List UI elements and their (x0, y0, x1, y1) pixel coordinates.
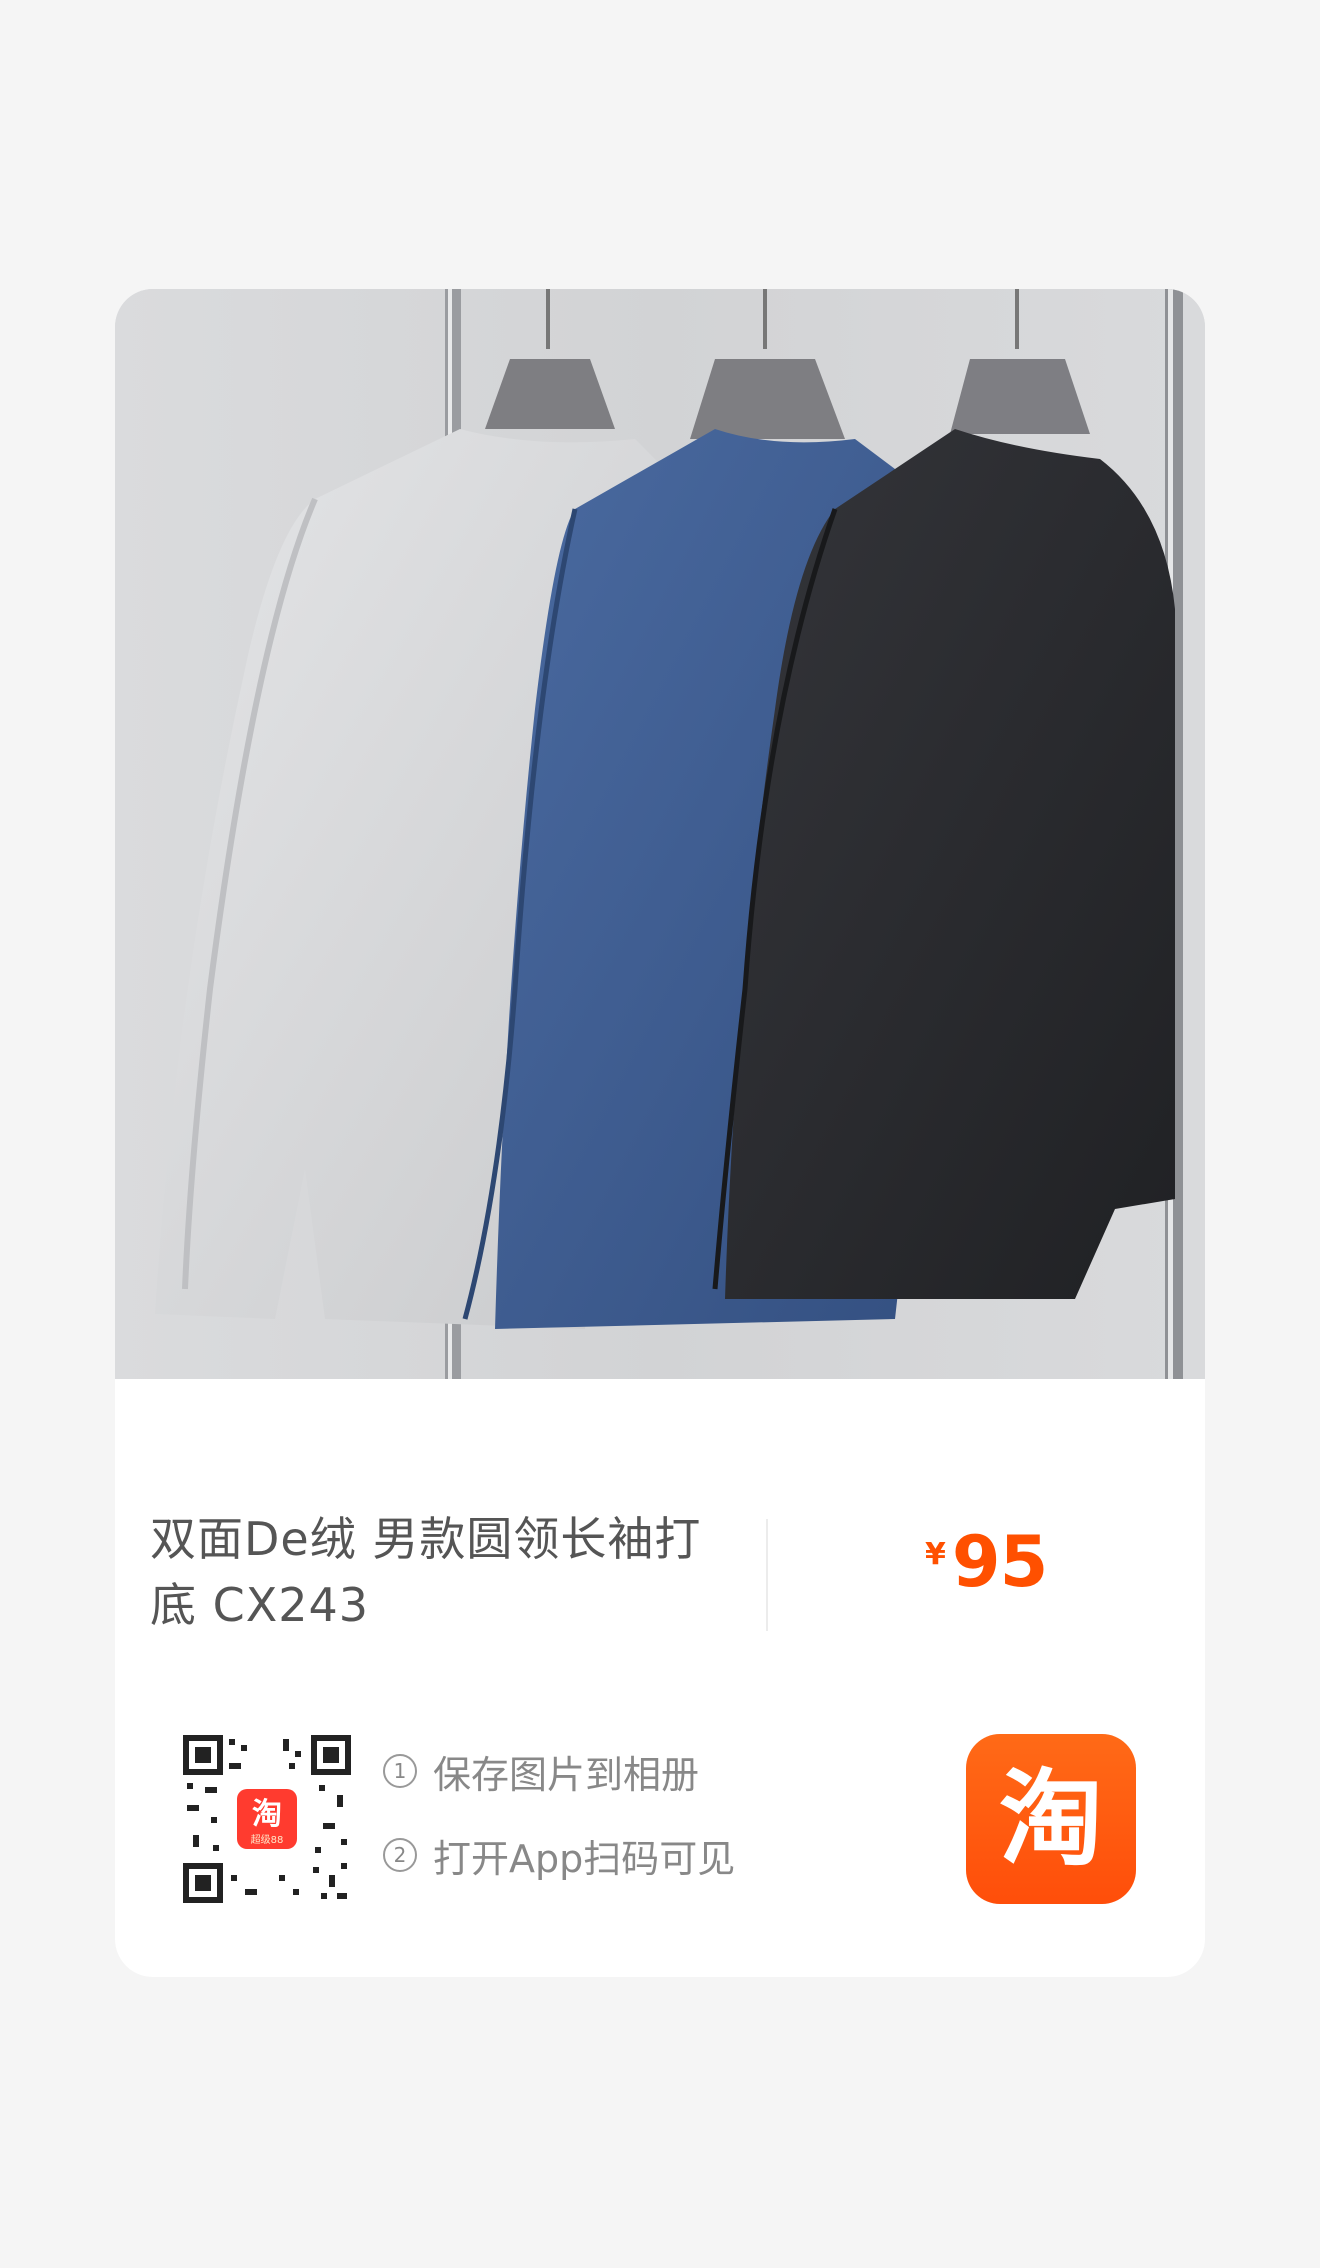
step-2-number: 2 (383, 1838, 417, 1872)
product-title-line2: 底 CX243 (150, 1578, 370, 1632)
product-image (115, 289, 1205, 1379)
taobao-logo-char: 淘 (998, 1758, 1103, 1880)
qr-code: 淘 超级88 (183, 1735, 351, 1903)
qr-center-logo-caption: 超级88 (251, 1833, 284, 1846)
product-share-card: 双面De绒 男款圆领长袖打 底 CX243 ¥95 淘 超级88 1 保存图片到… (115, 289, 1205, 1977)
product-price: ¥95 (925, 1521, 1048, 1603)
share-instructions: 1 保存图片到相册 2 打开App扫码可见 (383, 1749, 735, 1917)
price-value: 95 (951, 1521, 1048, 1603)
qr-center-logo-icon: 淘 (252, 1797, 282, 1832)
taobao-app-icon: 淘 (966, 1734, 1136, 1904)
currency-symbol: ¥ (925, 1537, 946, 1572)
step-2-text: 打开App扫码可见 (433, 1836, 736, 1881)
product-title: 双面De绒 男款圆领长袖打 底 CX243 (150, 1506, 740, 1638)
instruction-step-2: 2 打开App扫码可见 (383, 1833, 735, 1881)
product-title-line1: 双面De绒 男款圆领长袖打 (150, 1512, 702, 1566)
step-1-number: 1 (383, 1754, 417, 1788)
instruction-step-1: 1 保存图片到相册 (383, 1749, 735, 1797)
title-price-divider (766, 1519, 768, 1631)
share-poster-page: 双面De绒 男款圆领长袖打 底 CX243 ¥95 淘 超级88 1 保存图片到… (0, 0, 1320, 2268)
step-1-text: 保存图片到相册 (433, 1752, 700, 1797)
